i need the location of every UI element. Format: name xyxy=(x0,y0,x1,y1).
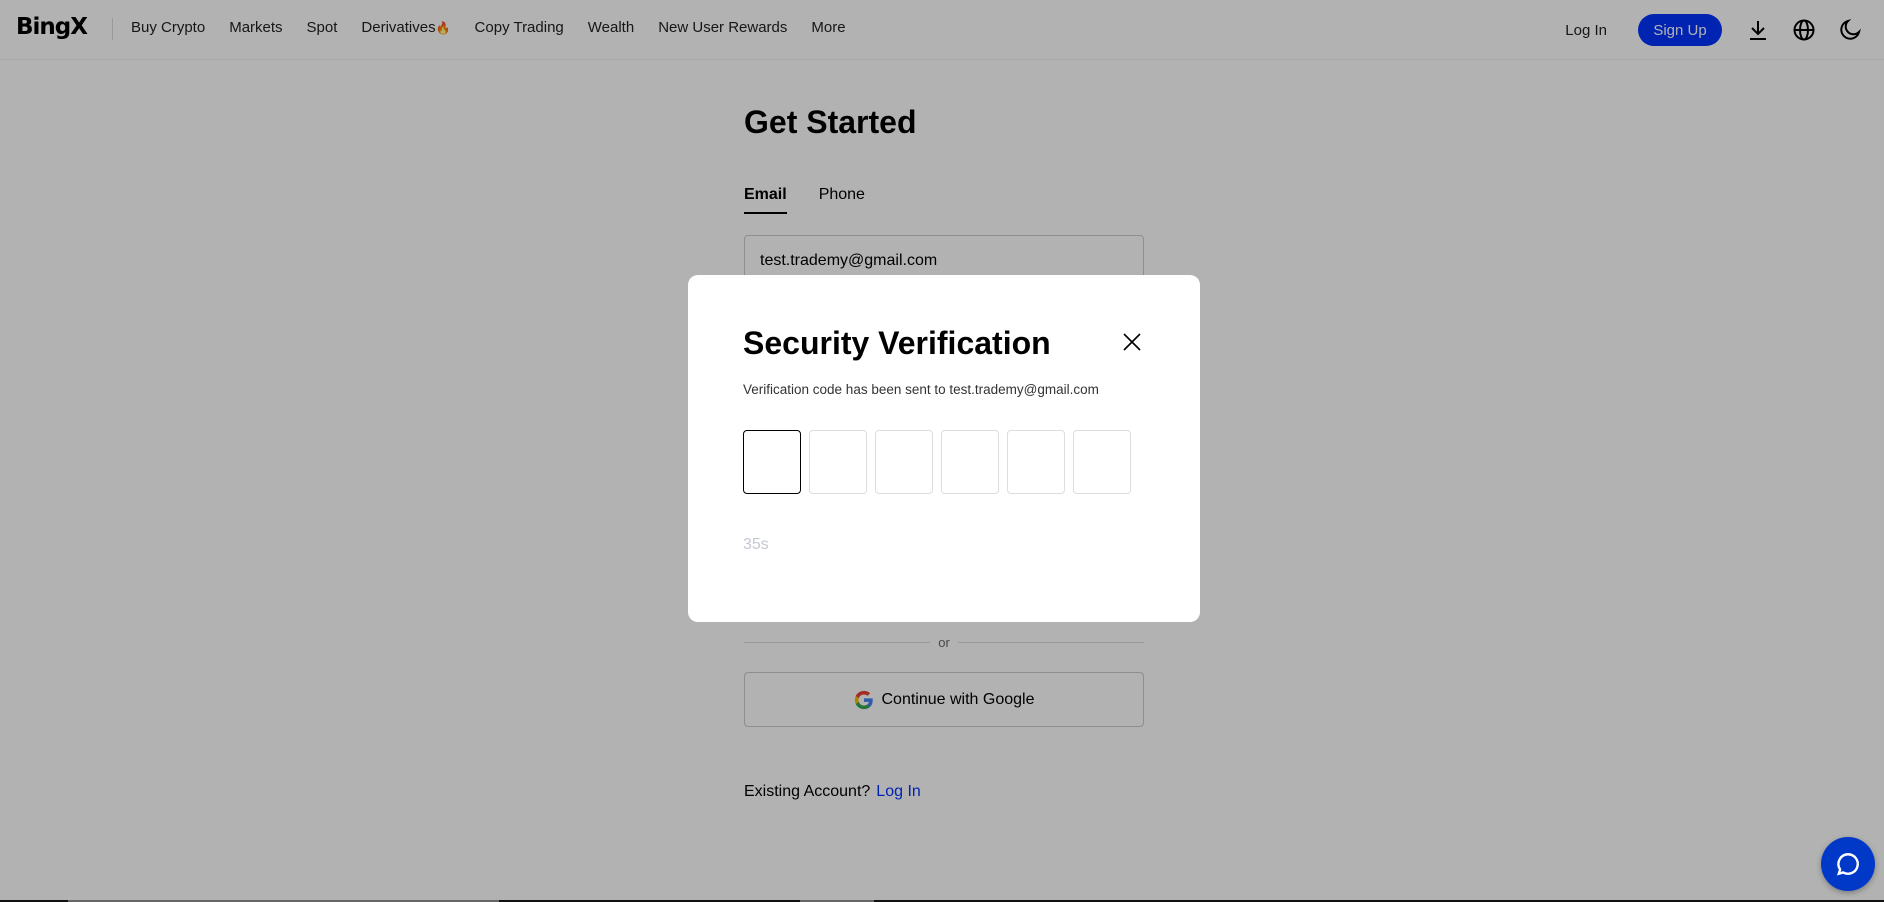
code-digit-3[interactable] xyxy=(875,430,933,494)
modal-subtitle: Verification code has been sent to test.… xyxy=(743,382,1099,397)
resend-timer: 35s xyxy=(743,536,769,553)
security-verification-modal: Security Verification Verification code … xyxy=(688,275,1200,622)
verification-code-inputs xyxy=(743,430,1139,494)
modal-title: Security Verification xyxy=(743,325,1051,361)
close-icon[interactable] xyxy=(1121,331,1143,353)
chat-icon xyxy=(1837,853,1859,876)
code-digit-2[interactable] xyxy=(809,430,867,494)
code-digit-1[interactable] xyxy=(743,430,801,494)
code-digit-6[interactable] xyxy=(1073,430,1131,494)
code-digit-5[interactable] xyxy=(1007,430,1065,494)
chat-support-button[interactable] xyxy=(1821,837,1875,891)
code-digit-4[interactable] xyxy=(941,430,999,494)
